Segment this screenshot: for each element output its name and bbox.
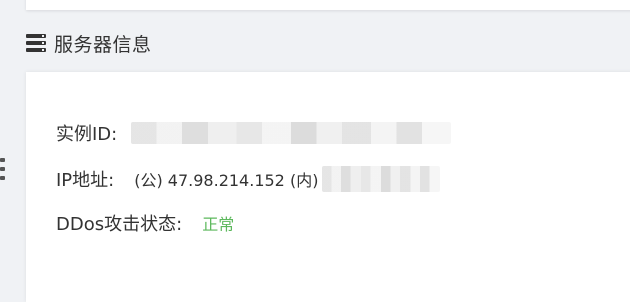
- private-ip-redacted: [322, 166, 441, 192]
- ddos-status-badge: 正常: [202, 215, 235, 234]
- previous-card: [26, 0, 630, 10]
- ip-address-row: IP地址: (公) 47.98.214.152 (内): [56, 165, 441, 193]
- ddos-status-label: DDos攻击状态:: [56, 214, 183, 235]
- section-header: 服务器信息: [26, 30, 152, 56]
- ip-address-value: (公) 47.98.214.152 (内): [134, 171, 319, 190]
- section-title: 服务器信息: [54, 33, 152, 56]
- instance-id-redacted: [131, 122, 452, 144]
- ip-address-label: IP地址:: [56, 170, 115, 191]
- ddos-status-row: DDos攻击状态: 正常: [56, 209, 234, 237]
- server-info-card: 实例ID: IP地址: (公) 47.98.214.152 (内) DDos攻击…: [26, 72, 630, 302]
- collapse-handle-icon[interactable]: [0, 158, 6, 184]
- server-icon: [26, 34, 46, 52]
- instance-id-row: 实例ID:: [56, 119, 452, 147]
- instance-id-label: 实例ID:: [56, 124, 118, 145]
